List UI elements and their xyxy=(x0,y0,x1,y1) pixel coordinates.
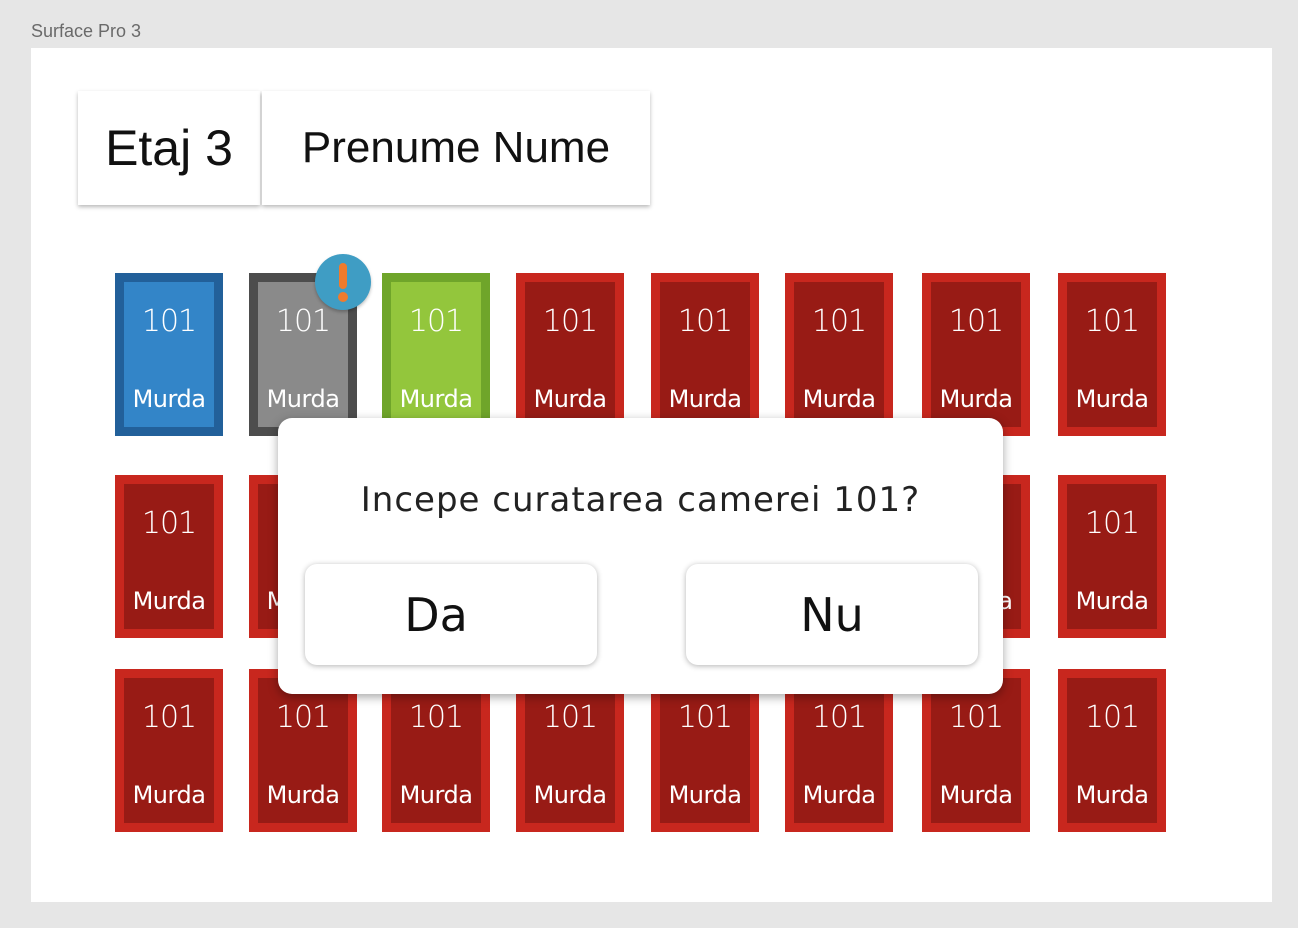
room-number: 101 xyxy=(1084,304,1140,339)
room-tile[interactable]: 101 Murda xyxy=(785,273,893,436)
room-number: 101 xyxy=(677,700,733,735)
no-button[interactable]: Nu xyxy=(686,564,978,665)
no-button-label: Nu xyxy=(800,587,864,642)
room-tile-body: 101 Murda xyxy=(794,282,884,427)
room-tile-body: 101 Murda xyxy=(525,282,615,427)
room-status: Murda xyxy=(132,781,206,809)
room-status: Murda xyxy=(1075,385,1149,413)
room-tile[interactable]: 101 Murda xyxy=(1058,669,1166,832)
room-status: Murda xyxy=(399,385,473,413)
room-tile-body: 101 Murda xyxy=(1067,282,1157,427)
room-status: Murda xyxy=(132,587,206,615)
room-status: Murda xyxy=(1075,587,1149,615)
room-tile[interactable]: 101 Murda xyxy=(651,273,759,436)
room-tile[interactable]: 101 Murda xyxy=(922,273,1030,436)
device-label: Surface Pro 3 xyxy=(31,21,142,41)
room-status: Murda xyxy=(668,781,742,809)
room-number: 101 xyxy=(141,700,197,735)
room-tile-body: 101 Murda xyxy=(124,282,214,427)
room-tile-body: 101 Murda xyxy=(660,678,750,823)
room-status: Murda xyxy=(266,385,340,413)
room-number: 101 xyxy=(275,304,331,339)
room-tile[interactable]: 101 Murda xyxy=(382,273,490,436)
room-number: 101 xyxy=(542,304,598,339)
room-tile-body: 101 Murda xyxy=(391,282,481,427)
room-status: Murda xyxy=(802,781,876,809)
room-status: Murda xyxy=(132,385,206,413)
room-number: 101 xyxy=(948,304,1004,339)
room-status: Murda xyxy=(266,781,340,809)
user-name-card: Prenume Nume xyxy=(262,91,650,205)
yes-button-label: Da xyxy=(404,587,468,642)
room-tile[interactable]: 101 Murda xyxy=(115,475,223,638)
room-number: 101 xyxy=(811,304,867,339)
room-tile[interactable]: 101 Murda xyxy=(516,273,624,436)
room-status: Murda xyxy=(939,781,1013,809)
room-tile[interactable]: 101 Murda xyxy=(115,669,223,832)
room-tile-body: 101 Murda xyxy=(258,678,348,823)
room-tile[interactable]: 101 Murda xyxy=(1058,475,1166,638)
room-tile-body: 101 Murda xyxy=(124,678,214,823)
room-tile-body: 101 Murda xyxy=(794,678,884,823)
floor-indicator[interactable]: Etaj 3 xyxy=(78,91,260,205)
room-tile-body: 101 Murda xyxy=(391,678,481,823)
room-tile-body: 101 Murda xyxy=(660,282,750,427)
room-status: Murda xyxy=(533,781,607,809)
room-tile-body: 101 Murda xyxy=(525,678,615,823)
room-number: 101 xyxy=(948,700,1004,735)
confirm-dialog: Incepe curatarea camerei 101? Da Nu xyxy=(278,418,1003,694)
room-status: Murda xyxy=(533,385,607,413)
room-status: Murda xyxy=(1075,781,1149,809)
exclamation-icon xyxy=(315,254,371,310)
room-status: Murda xyxy=(802,385,876,413)
room-number: 101 xyxy=(275,700,331,735)
room-number: 101 xyxy=(1084,700,1140,735)
yes-button[interactable]: Da xyxy=(305,564,597,665)
room-tile-body: 101 Murda xyxy=(931,282,1021,427)
room-number: 101 xyxy=(141,506,197,541)
room-tile[interactable]: 101 Murda xyxy=(1058,273,1166,436)
floor-label: Etaj 3 xyxy=(105,120,233,176)
room-number: 101 xyxy=(1084,506,1140,541)
room-status: Murda xyxy=(939,385,1013,413)
room-status: Murda xyxy=(668,385,742,413)
room-number: 101 xyxy=(408,700,464,735)
room-status: Murda xyxy=(399,781,473,809)
app-screen: Etaj 3 Prenume Nume 101 Murda 101 Murda 101 M… xyxy=(31,48,1272,902)
dialog-question: Incepe curatarea camerei 101? xyxy=(360,480,921,520)
room-tile-body: 101 Murda xyxy=(1067,678,1157,823)
room-number: 101 xyxy=(408,304,464,339)
user-name: Prenume Nume xyxy=(301,123,611,172)
room-tile[interactable]: 101 Murda xyxy=(115,273,223,436)
room-number: 101 xyxy=(141,304,197,339)
room-tile-body: 101 Murda xyxy=(1067,484,1157,629)
room-number: 101 xyxy=(677,304,733,339)
room-number: 101 xyxy=(811,700,867,735)
room-tile-body: 101 Murda xyxy=(124,484,214,629)
room-number: 101 xyxy=(542,700,598,735)
room-tile-body: 101 Murda xyxy=(931,678,1021,823)
